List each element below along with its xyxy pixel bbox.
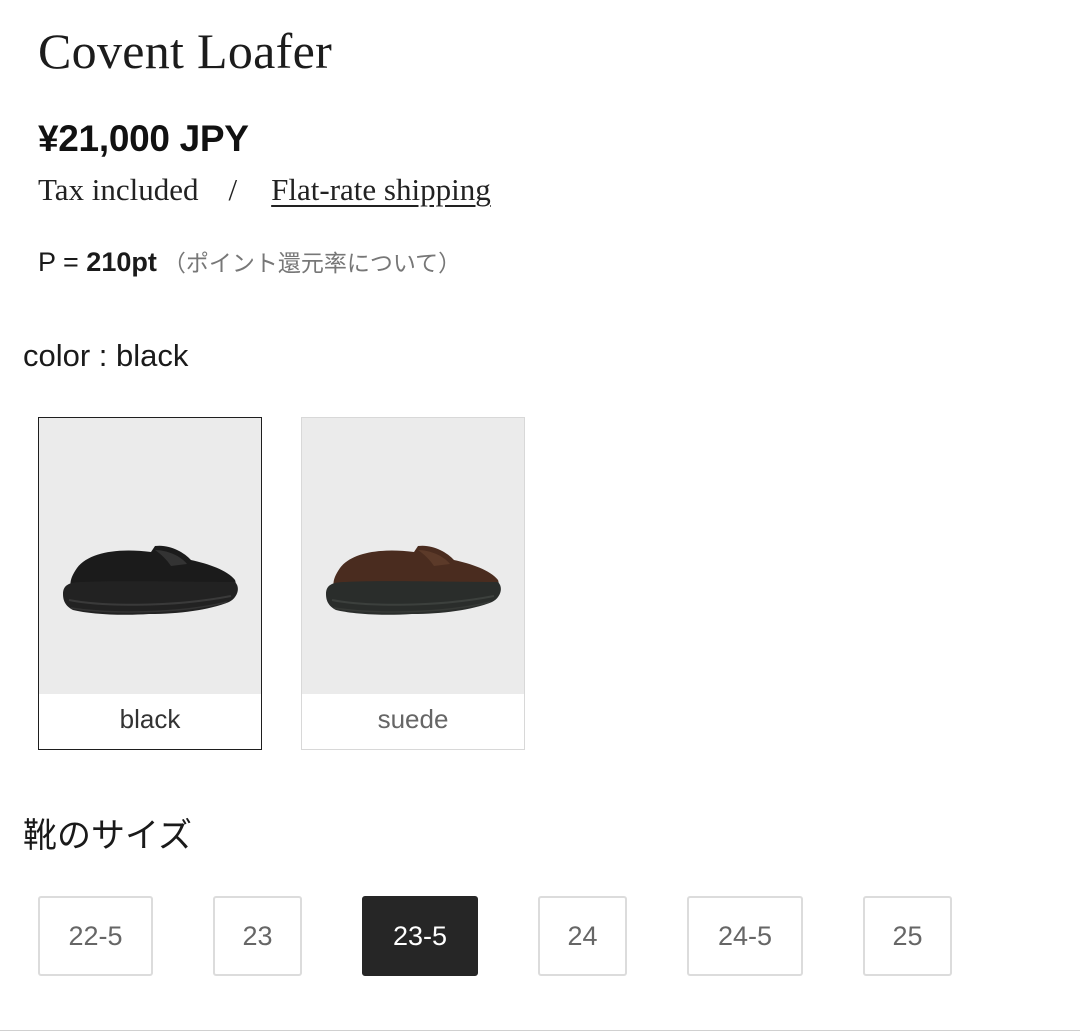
loafer-icon (326, 545, 501, 615)
size-label: 靴のサイズ (23, 816, 192, 856)
separator: / (228, 172, 238, 207)
product-title: Covent Loafer (38, 23, 333, 79)
color-swatch-black[interactable]: black (38, 417, 262, 750)
size-option-23-5[interactable]: 23-5 (362, 896, 478, 976)
tax-shipping-line: Tax included / Flat-rate shipping (38, 172, 491, 208)
size-option-23[interactable]: 23 (213, 896, 302, 976)
color-swatch-suede[interactable]: suede (301, 417, 525, 750)
size-option-25[interactable]: 25 (863, 896, 952, 976)
product-image-black (39, 418, 261, 694)
points-line: P = 210pt （ポイント還元率について） (38, 244, 461, 278)
color-label: color : black (23, 338, 189, 373)
tax-included-text: Tax included (38, 172, 199, 207)
product-image-suede (302, 418, 524, 694)
product-price: ¥21,000 JPY (38, 118, 249, 159)
points-value: 210pt (86, 247, 157, 277)
points-rate-link[interactable]: （ポイント還元率について） (163, 251, 461, 277)
size-option-22-5[interactable]: 22-5 (38, 896, 153, 976)
flat-rate-shipping-link[interactable]: Flat-rate shipping (271, 172, 491, 207)
swatch-label-suede: suede (377, 704, 449, 734)
size-option-24-5[interactable]: 24-5 (687, 896, 803, 976)
loafer-icon (63, 545, 238, 615)
bottom-divider (0, 1030, 1080, 1031)
size-option-24[interactable]: 24 (538, 896, 627, 976)
points-prefix: P = (38, 247, 87, 277)
swatch-label-black: black (119, 704, 181, 734)
